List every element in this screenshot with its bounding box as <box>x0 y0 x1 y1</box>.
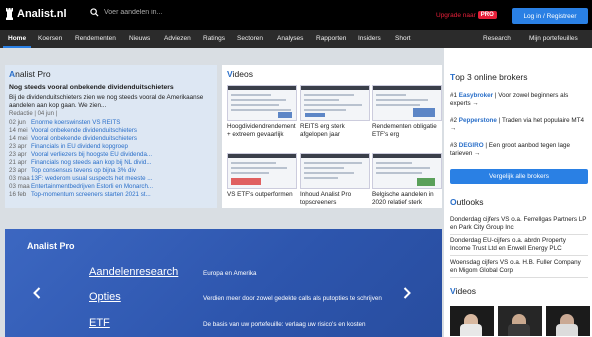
broker-item[interactable]: #2 Pepperstone | Traden via het populair… <box>450 117 588 133</box>
pro-badge: PRO <box>477 11 497 19</box>
main-nav: Home Koersen Rendementen Nieuws Adviezen… <box>0 30 592 48</box>
brokers-heading: Top 3 online brokers <box>450 72 528 82</box>
outlook-item[interactable]: Donderdag cijfers VS o.a. Ferrellgas Par… <box>450 216 588 235</box>
carousel-link-aandelenresearch[interactable]: Aandelenresearch <box>89 266 178 278</box>
videos-heading: Videos <box>227 69 253 79</box>
news-item[interactable]: 23 apr Financials in EU dividend kopgroep <box>9 143 217 151</box>
lead-article-meta: Redactie | 04 jun | <box>9 111 58 117</box>
upgrade-link[interactable]: Upgrade naar PRO <box>436 11 497 19</box>
news-list: 02 jun Enorme koerswinsten VS REITS 14 me… <box>9 119 217 199</box>
outlook-item[interactable]: Woensdag cijfers VS o.a. H.B. Fuller Com… <box>450 259 588 278</box>
lead-article-title[interactable]: Nog steeds vooral onbekende dividenduits… <box>9 84 215 91</box>
video-caption: REITS erg sterk afgelopen jaar <box>300 123 345 138</box>
right-column: Top 3 online brokers #1 Easybroker | Voo… <box>444 48 592 337</box>
right-video-thumbnail[interactable] <box>546 306 590 336</box>
analist-pro-heading: Analist Pro <box>9 69 51 79</box>
video-caption: Hoogdividendrendement + extreem gevaarli… <box>227 123 296 138</box>
video-thumbnail <box>300 153 370 189</box>
nav-adviezen[interactable]: Adviezen <box>159 30 196 48</box>
video-thumbnail <box>227 85 297 121</box>
chevron-right-icon <box>403 287 411 299</box>
video-thumbnail <box>372 85 442 121</box>
video-item[interactable]: Inhoud Analist Pro topscreeners <box>300 153 370 206</box>
right-video-thumbnail[interactable] <box>498 306 542 336</box>
video-caption: VS ETF's outperformen <box>227 191 293 198</box>
logo-text: Analist.nl <box>17 8 67 20</box>
news-item[interactable]: 14 mei Vooral onbekende dividenduitschiet… <box>9 127 217 135</box>
news-item[interactable]: 03 maaEntertainmentbedrijven Estorli en … <box>9 183 217 191</box>
analist-pro-carousel: Analist Pro Aandelenresearch Europa en A… <box>5 229 442 337</box>
nav-short[interactable]: Short <box>390 30 416 48</box>
video-item[interactable]: REITS erg sterk afgelopen jaar <box>300 85 370 138</box>
right-video-thumbnail[interactable] <box>450 306 494 336</box>
carousel-next-button[interactable] <box>403 287 411 302</box>
videos-card: Videos Hoogdividendrendement + extreem g… <box>222 65 442 208</box>
nav-mijn-portefeuilles[interactable]: Mijn portefeuilles <box>524 30 583 48</box>
video-caption: Rendementen obligatie ETF's erg <box>372 123 437 138</box>
search-icon <box>90 8 99 17</box>
news-item[interactable]: 23 apr Top consensus tevens op bijna 3% d… <box>9 167 217 175</box>
nav-insiders[interactable]: Insiders <box>353 30 386 48</box>
nav-ratings[interactable]: Ratings <box>198 30 230 48</box>
top-bar: Analist.nl Upgrade naar PRO Log in / Reg… <box>0 0 592 30</box>
analist-pro-card: Analist Pro Nog steeds vooral onbekende … <box>5 65 217 208</box>
carousel-prev-button[interactable] <box>33 287 41 302</box>
nav-sectoren[interactable]: Sectoren <box>232 30 268 48</box>
compare-brokers-button[interactable]: Vergelijk alle brokers <box>450 169 588 184</box>
chevron-left-icon <box>33 287 41 299</box>
nav-koersen[interactable]: Koersen <box>33 30 67 48</box>
video-thumbnail <box>372 153 442 189</box>
outlook-item[interactable]: Donderdag EU-cijfers o.a. abrdn Property… <box>450 237 588 256</box>
news-item[interactable]: 02 jun Enorme koerswinsten VS REITS <box>9 119 217 127</box>
carousel-title: Analist Pro <box>27 241 75 251</box>
nav-analyses[interactable]: Analyses <box>272 30 308 48</box>
carousel-link-etf[interactable]: ETF <box>89 317 110 329</box>
video-thumbnail <box>300 85 370 121</box>
news-item[interactable]: 14 mei Vooral onbekende dividenduitschiet… <box>9 135 217 143</box>
video-item[interactable]: Rendementen obligatie ETF's erg <box>372 85 442 138</box>
broker-item[interactable]: #3 DEGIRO | Een groot aanbod tegen lage … <box>450 142 588 158</box>
video-item[interactable]: Belgische aandelen in 2020 relatief ster… <box>372 153 442 206</box>
outlooks-heading: Outlooks <box>450 197 484 207</box>
video-caption: Inhoud Analist Pro topscreeners <box>300 191 352 206</box>
search-input[interactable] <box>104 9 224 16</box>
news-item[interactable]: 23 apr Vooral verliezers bij hoogste EU d… <box>9 151 217 159</box>
news-item[interactable]: 03 maa13F: wederom usual suspects het me… <box>9 175 217 183</box>
nav-research[interactable]: Research <box>478 30 516 48</box>
carousel-link-opties[interactable]: Opties <box>89 291 121 303</box>
carousel-desc: De basis van uw portefeuille: verlaag uw… <box>203 321 366 328</box>
right-videos-heading: Videos <box>450 286 476 296</box>
upgrade-text: Upgrade naar <box>436 11 476 19</box>
nav-home[interactable]: Home <box>3 30 32 48</box>
site-logo[interactable]: Analist.nl <box>5 8 67 20</box>
lead-article-body: Bij de dividenduitschieters zien we nog … <box>9 94 204 109</box>
video-item[interactable]: Hoogdividendrendement + extreem gevaarli… <box>227 85 297 138</box>
nav-rapporten[interactable]: Rapporten <box>311 30 351 48</box>
broker-item[interactable]: #1 Easybroker | Voor zowel beginners als… <box>450 92 588 108</box>
nav-rendementen[interactable]: Rendementen <box>70 30 121 48</box>
rook-icon <box>6 8 13 20</box>
news-item[interactable]: 16 feb Top-momentum screeners starten 202… <box>9 191 217 199</box>
video-item[interactable]: VS ETF's outperformen <box>227 153 297 199</box>
nav-nieuws[interactable]: Nieuws <box>124 30 155 48</box>
video-thumbnail <box>227 153 297 189</box>
news-item[interactable]: 21 apr Financials nog steeds aan kop bij … <box>9 159 217 167</box>
video-caption: Belgische aandelen in 2020 relatief ster… <box>372 191 434 206</box>
carousel-desc: Verdien meer door zowel gedekte calls al… <box>203 295 382 302</box>
carousel-desc: Europa en Amerika <box>203 270 257 277</box>
login-button[interactable]: Log in / Registreer <box>512 8 588 24</box>
search-bar[interactable] <box>90 8 224 17</box>
